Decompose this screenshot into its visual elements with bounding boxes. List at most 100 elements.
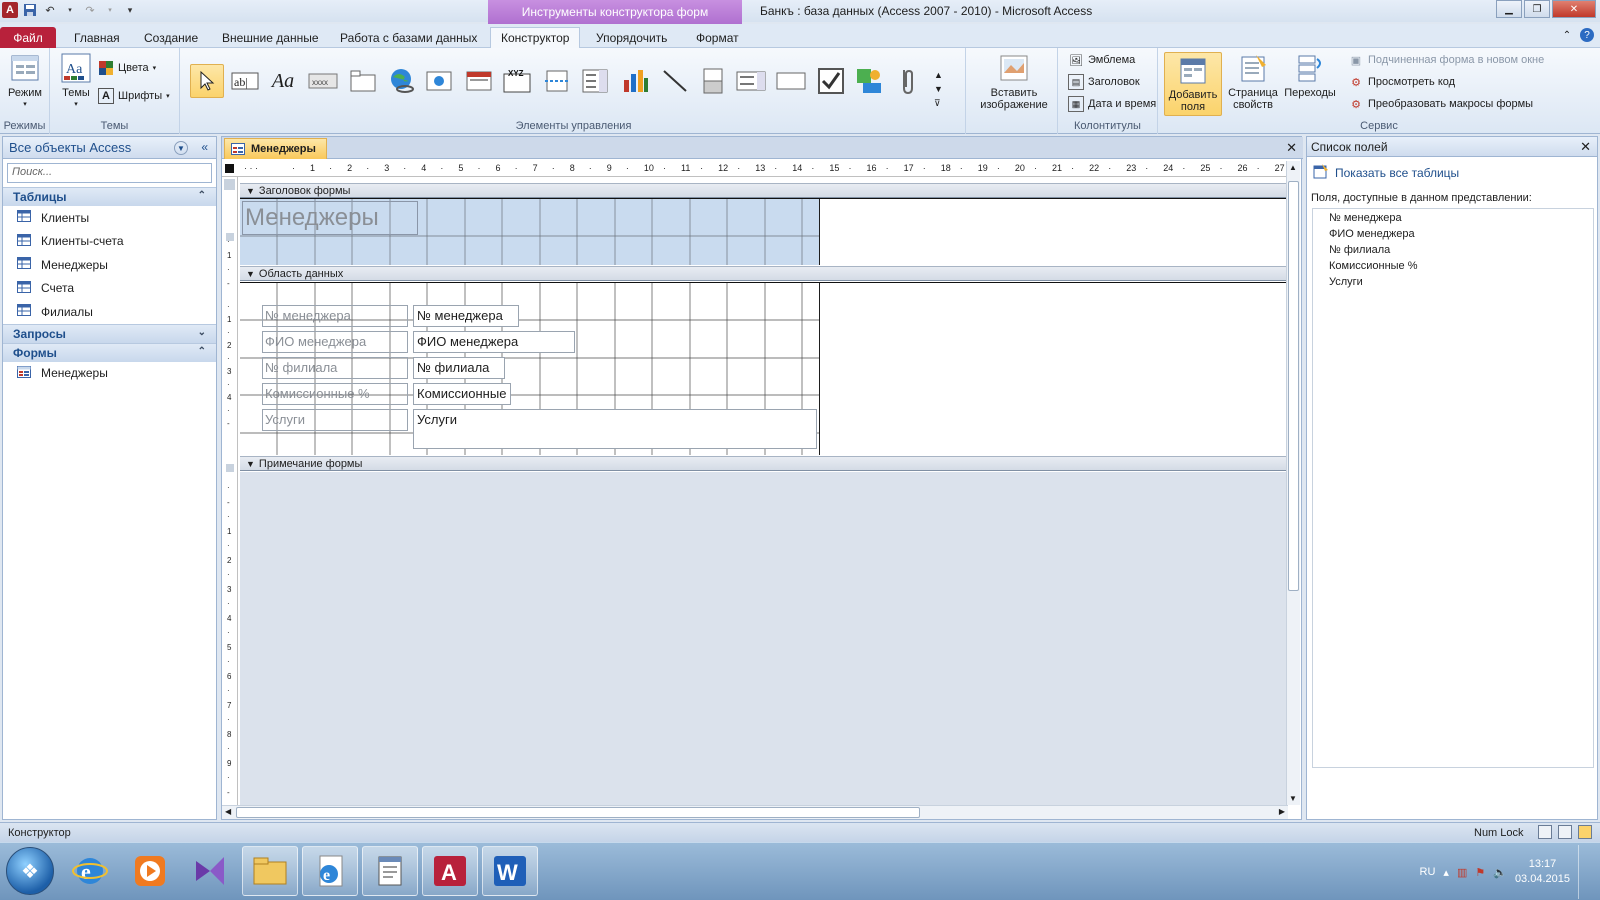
line-control-icon[interactable] <box>658 64 692 98</box>
chart-control-icon[interactable] <box>618 64 652 98</box>
form-selector[interactable] <box>225 164 234 173</box>
restore-button[interactable]: ❐ <box>1524 0 1550 18</box>
colors-button[interactable]: Цвета ▾ <box>98 60 156 76</box>
property-sheet-button[interactable]: Страница свойств <box>1226 52 1280 111</box>
nav-item-table[interactable]: Филиалы <box>3 300 216 324</box>
label-control-icon[interactable]: Aa <box>266 64 300 98</box>
option-group-control-icon[interactable]: XYZ <box>500 64 534 98</box>
listbox-control-icon[interactable] <box>734 64 768 98</box>
controls-gallery-scroll[interactable]: ▲ ▼ ⊽ <box>934 68 943 110</box>
checkbox-control-icon[interactable] <box>814 64 848 98</box>
language-indicator[interactable]: RU <box>1420 866 1436 878</box>
combobox-control-icon[interactable] <box>578 64 612 98</box>
subform-new-window-button[interactable]: ▣ Подчиненная форма в новом окне <box>1348 52 1544 68</box>
help-icon[interactable]: ? <box>1580 28 1594 42</box>
scroll-up-icon[interactable]: ▲ <box>1289 163 1297 172</box>
nav-item-table[interactable]: Клиенты <box>3 206 216 230</box>
tab-create[interactable]: Создание <box>134 27 208 48</box>
detail-area[interactable]: № менеджера № менеджера ФИО менеджера ФИ… <box>240 283 820 455</box>
field-label[interactable]: № филиала <box>262 357 408 379</box>
nav-search-input[interactable]: Поиск... <box>7 163 212 183</box>
collapse-pane-icon[interactable]: « <box>201 140 208 154</box>
layout-view-button[interactable] <box>1558 825 1572 839</box>
tab-control-icon[interactable] <box>346 64 380 98</box>
scroll-down-icon[interactable]: ▼ <box>1289 794 1297 803</box>
tab-file[interactable]: Файл <box>0 27 56 48</box>
form-header-section-bar[interactable]: ▼ Заголовок формы <box>240 183 1290 198</box>
nav-item-form[interactable]: Менеджеры <box>3 362 216 386</box>
field-list-item[interactable]: № филиала <box>1313 243 1593 259</box>
field-control[interactable]: № менеджера <box>413 305 519 327</box>
field-label[interactable]: Услуги <box>262 409 408 431</box>
field-label[interactable]: № менеджера <box>262 305 408 327</box>
word-taskbar-icon[interactable]: W <box>482 846 538 896</box>
field-label[interactable]: ФИО менеджера <box>262 331 408 353</box>
fonts-button[interactable]: A Шрифты ▾ <box>98 88 170 104</box>
redo-icon[interactable]: ↷ <box>82 2 98 18</box>
insert-image-button[interactable]: Вставить изображение <box>972 52 1056 111</box>
nav-item-table[interactable]: Менеджеры <box>3 253 216 277</box>
minimize-ribbon-icon[interactable]: ⌃ <box>1560 28 1574 42</box>
nav-group-tables[interactable]: Таблицы ⌃ <box>3 187 216 206</box>
windows-start-icon[interactable]: ❖ <box>6 847 54 895</box>
close-pane-icon[interactable]: ✕ <box>1580 139 1591 155</box>
show-desktop-button[interactable] <box>1578 845 1590 899</box>
field-list-item[interactable]: ФИО менеджера <box>1313 227 1593 243</box>
design-background[interactable] <box>240 472 1290 805</box>
document-tab[interactable]: Менеджеры <box>224 138 327 159</box>
tab-arrange[interactable]: Упорядочить <box>586 27 677 48</box>
vertical-scrollbar[interactable]: ▲ ▼ <box>1286 161 1300 805</box>
vertical-scroll-thumb[interactable] <box>1288 181 1299 591</box>
web-browser-control-icon[interactable] <box>422 64 456 98</box>
form-footer-section-bar[interactable]: ▼ Примечание формы <box>240 456 1290 471</box>
button-control-icon[interactable]: xxxx <box>306 64 340 98</box>
section-selector[interactable] <box>226 464 234 472</box>
field-control[interactable]: ФИО менеджера <box>413 331 575 353</box>
rectangle-control-icon[interactable] <box>774 64 808 98</box>
customize-qat-icon[interactable]: ▾ <box>122 2 138 18</box>
tab-format[interactable]: Формат <box>686 27 749 48</box>
field-list-item[interactable]: № менеджера <box>1313 211 1593 227</box>
nav-group-queries[interactable]: Запросы ⌄ <box>3 323 216 343</box>
form-view-button[interactable] <box>1538 825 1552 839</box>
volume-icon[interactable]: 🔈 <box>1493 866 1507 879</box>
vertical-ruler[interactable]: · 1 · - · 1 · 2 · 3 · 4 · - · - · 1 · 2 · 3 · 4 · 5 · 6 · 7 · 8 · 9 · - <box>222 177 238 805</box>
select-pointer-icon[interactable] <box>190 64 224 98</box>
minimize-button[interactable]: ▁ <box>1496 0 1522 18</box>
form-header-area[interactable]: Менеджеры <box>240 199 820 265</box>
attachment-control-icon[interactable] <box>890 64 924 98</box>
internet-explorer-icon[interactable]: e <box>62 846 118 896</box>
field-label[interactable]: Комиссионные % <box>262 383 408 405</box>
nav-header[interactable]: Все объекты Access ▼ « <box>3 137 216 159</box>
datetime-button[interactable]: ▦ Дата и время <box>1068 96 1156 112</box>
action-center-icon[interactable]: ⚑ <box>1475 866 1485 879</box>
nav-item-table[interactable]: Счета <box>3 277 216 301</box>
title-button[interactable]: ▤ Заголовок <box>1068 74 1140 90</box>
design-view-button[interactable] <box>1578 825 1592 839</box>
view-mode-button[interactable]: Режим ▾ <box>4 52 46 111</box>
hyperlink-control-icon[interactable] <box>384 64 418 98</box>
show-all-tables-link[interactable]: Показать все таблицы <box>1307 157 1597 190</box>
access-taskbar-icon[interactable]: A <box>422 846 478 896</box>
chevron-down-icon[interactable]: ▾ <box>102 2 118 18</box>
toggle-button-control-icon[interactable] <box>696 64 730 98</box>
detail-section-bar[interactable]: ▼ Область данных <box>240 266 1290 281</box>
media-player-icon[interactable] <box>122 846 178 896</box>
scroll-left-icon[interactable]: ◀ <box>225 807 231 816</box>
close-button[interactable]: ✕ <box>1552 0 1596 18</box>
scroll-right-icon[interactable]: ▶ <box>1279 807 1285 816</box>
undo-icon[interactable]: ↶ <box>42 2 58 18</box>
tab-database-tools[interactable]: Работа с базами данных <box>330 27 487 48</box>
field-control[interactable]: № филиала <box>413 357 505 379</box>
add-fields-button[interactable]: Добавить поля <box>1164 52 1222 116</box>
field-list-item[interactable]: Услуги <box>1313 275 1593 291</box>
notepad-icon[interactable] <box>362 846 418 896</box>
tray-chevron-icon[interactable]: ▴ <box>1443 866 1449 879</box>
view-code-button[interactable]: ⚙ Просмотреть код <box>1348 74 1455 90</box>
network-icon[interactable]: ▥ <box>1457 866 1467 879</box>
clock[interactable]: 13:17 03.04.2015 <box>1515 857 1570 887</box>
textbox-control-icon[interactable]: ab| <box>228 64 262 98</box>
access-app-icon[interactable]: A <box>2 2 18 18</box>
convert-macros-button[interactable]: ⚙ Преобразовать макросы формы <box>1348 96 1533 112</box>
object-frame-control-icon[interactable] <box>852 64 886 98</box>
